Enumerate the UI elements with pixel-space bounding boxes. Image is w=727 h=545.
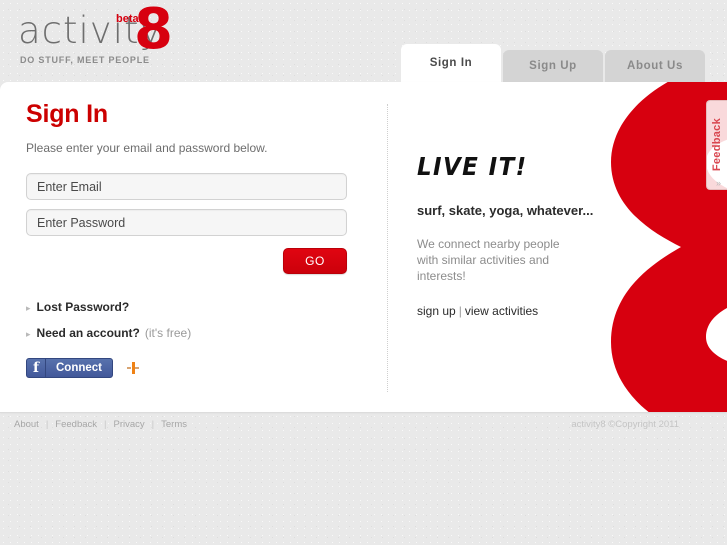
footer-separator: | — [151, 419, 155, 430]
promo-body-text: We connect nearby people with similar ac… — [417, 237, 560, 283]
lost-password-row[interactable]: ▸ Lost Password? — [26, 300, 366, 314]
main-nav-tabs: Sign In Sign Up About Us — [401, 44, 707, 82]
chevron-right-icon: ▸ — [26, 329, 31, 339]
tab-sign-up[interactable]: Sign Up — [503, 50, 603, 82]
promo-subhead: surf, skate, yoga, whatever... — [417, 203, 594, 218]
site-header: activity beta 8 DO STUFF, MEET PEOPLE — [18, 2, 378, 78]
footer-link-privacy[interactable]: Privacy — [114, 419, 145, 430]
main-panel: Sign In Please enter your email and pass… — [0, 82, 727, 412]
social-login-row: f Connect — [26, 358, 366, 378]
column-divider — [387, 104, 388, 392]
site-footer: About | Feedback | Privacy | Terms activity8 ©… — [0, 412, 727, 439]
sign-in-form: Sign In Please enter your email and pass… — [26, 100, 366, 378]
facebook-icon: f — [27, 359, 46, 377]
footer-link-feedback[interactable]: Feedback — [55, 419, 97, 430]
footer-separator: | — [104, 419, 107, 430]
helper-links: ▸ Lost Password? ▸ Need an account? (it'… — [26, 300, 366, 340]
form-subtitle: Please enter your email and password bel… — [26, 141, 268, 155]
feedback-tab-label: Feedback — [711, 118, 723, 172]
facebook-connect-button[interactable]: f Connect — [26, 358, 113, 378]
facebook-connect-label: Connect — [56, 362, 102, 374]
copyright-text: activity8 ©Copyright 2011 — [571, 419, 679, 430]
footer-link-terms[interactable]: Terms — [161, 419, 187, 430]
password-field[interactable] — [26, 209, 347, 236]
page-root: activity beta 8 DO STUFF, MEET PEOPLE Si… — [0, 0, 727, 545]
email-field[interactable] — [26, 173, 347, 200]
chevron-right-icon: ▸ — [26, 303, 31, 313]
footer-link-about[interactable]: About — [14, 419, 39, 430]
logo-eight-mark: 8 — [134, 0, 173, 62]
page-title: Sign In — [26, 100, 108, 128]
promo-links: sign up | view activities — [417, 304, 627, 318]
submit-row: GO — [26, 248, 347, 274]
promo-headline: LIVE IT! — [417, 152, 528, 181]
broken-image-icon — [127, 361, 139, 375]
tab-sign-in[interactable]: Sign In — [401, 44, 501, 82]
need-account-note: (it's free) — [144, 326, 192, 340]
promo-view-activities-link[interactable]: view activities — [465, 304, 538, 318]
lost-password-link[interactable]: Lost Password? — [37, 300, 130, 314]
promo-sign-up-link[interactable]: sign up — [417, 304, 456, 318]
promo-panel: LIVE IT! surf, skate, yoga, whatever... … — [417, 152, 627, 318]
need-account-row[interactable]: ▸ Need an account? (it's free) — [26, 326, 366, 340]
feedback-collapse-icon[interactable]: » — [716, 178, 721, 188]
need-account-link[interactable]: Need an account? — [37, 326, 140, 340]
footer-links: About | Feedback | Privacy | Terms — [14, 419, 187, 430]
sign-in-submit-button[interactable]: GO — [283, 248, 347, 274]
footer-separator: | — [45, 419, 49, 430]
logo[interactable]: activity beta 8 — [18, 2, 378, 58]
promo-link-separator: | — [458, 304, 462, 318]
feedback-tab[interactable]: Feedback — [706, 100, 727, 190]
tab-about-us[interactable]: About Us — [605, 50, 705, 82]
logo-tagline: DO STUFF, MEET PEOPLE — [20, 55, 150, 65]
